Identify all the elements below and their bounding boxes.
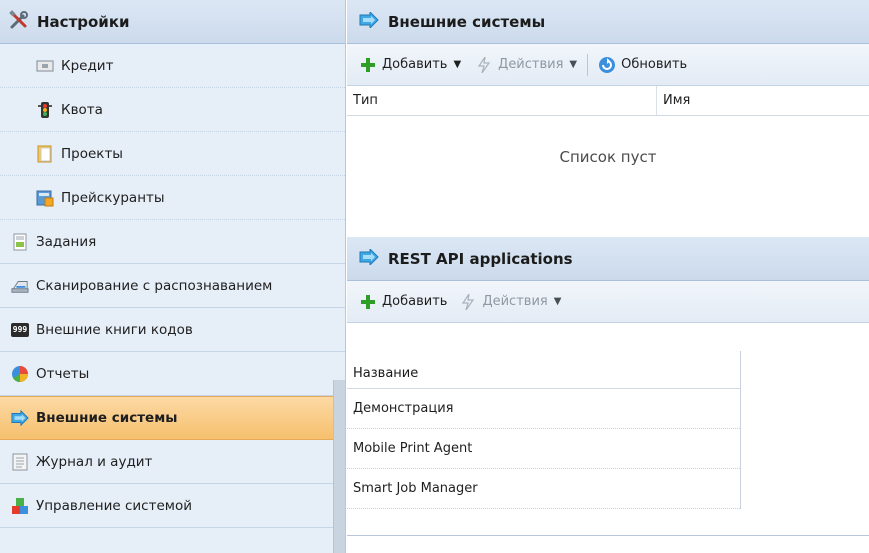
table-row[interactable]: Демонстрация (347, 389, 740, 429)
sidebar-item-tasks[interactable]: Задания (0, 220, 345, 264)
external-systems-icon (11, 409, 29, 427)
actions-button-label: Действия (498, 57, 564, 72)
actions-button-label: Действия (482, 294, 548, 309)
sidebar-item-label: Прейскуранты (61, 189, 165, 206)
column-header-title[interactable]: Название (347, 351, 740, 389)
scanner-icon (11, 277, 29, 295)
sidebar-item-reports[interactable]: Отчеты (0, 352, 345, 396)
external-systems-icon (359, 10, 379, 32)
system-management-icon (11, 497, 29, 515)
column-header-type[interactable]: Тип (347, 86, 657, 115)
table-row[interactable]: Mobile Print Agent (347, 429, 740, 469)
document-icon (11, 233, 29, 251)
sidebar-item-quota[interactable]: Квота (0, 88, 345, 132)
rest-api-table: Название Демонстрация Mobile Print Agent… (347, 351, 741, 509)
rest-api-toolbar: Добавить Действия ▼ (347, 281, 869, 323)
price-list-icon (36, 189, 54, 207)
sidebar-item-price-lists[interactable]: Прейскуранты (0, 176, 345, 220)
empty-list-message: Список пуст (559, 148, 657, 166)
add-button[interactable]: Добавить (359, 293, 447, 311)
plus-icon (359, 293, 377, 311)
sidebar-item-scanning[interactable]: Сканирование с распознаванием (0, 264, 345, 308)
caret-down-icon: ▼ (569, 59, 578, 70)
main-content: Внешние системы Добавить ▼ Действия ▼ Об… (347, 0, 869, 553)
lightning-icon (475, 56, 493, 74)
sidebar-item-journal[interactable]: Журнал и аудит (0, 440, 345, 484)
external-systems-icon (359, 247, 379, 269)
sidebar-item-label: Журнал и аудит (36, 453, 153, 470)
sidebar-item-external-systems[interactable]: Внешние системы (0, 396, 345, 440)
add-button[interactable]: Добавить ▼ (359, 56, 461, 74)
settings-sidebar: Настройки Кредит Квота Проекты Прейскура… (0, 0, 346, 553)
pie-chart-icon (11, 365, 29, 383)
sidebar-item-label: Внешние книги кодов (36, 321, 193, 338)
sidebar-item-label: Квота (61, 101, 103, 118)
traffic-light-icon (36, 101, 54, 119)
refresh-button-label: Обновить (621, 57, 688, 72)
journal-icon (11, 453, 29, 471)
toolbar-separator (587, 53, 589, 76)
table-row[interactable]: Smart Job Manager (347, 469, 740, 509)
sidebar-item-label: Отчеты (36, 365, 90, 382)
section-title: REST API applications (388, 249, 573, 268)
sidebar-item-label: Внешние системы (36, 410, 178, 426)
actions-button[interactable]: Действия ▼ (475, 56, 577, 74)
sidebar-item-label: Проекты (61, 145, 123, 162)
external-systems-toolbar: Добавить ▼ Действия ▼ Обновить (347, 44, 869, 86)
section-title: Внешние системы (388, 12, 546, 31)
column-header-name[interactable]: Имя (657, 86, 690, 115)
lightning-icon (459, 293, 477, 311)
plus-icon (359, 56, 377, 74)
add-button-label: Добавить (382, 57, 448, 72)
sidebar-item-system-management[interactable]: Управление системой (0, 484, 345, 528)
refresh-button[interactable]: Обновить (598, 56, 687, 74)
refresh-icon (598, 56, 616, 74)
sidebar-item-credit[interactable]: Кредит (0, 44, 345, 88)
actions-button[interactable]: Действия ▼ (459, 293, 561, 311)
sidebar-title: Настройки (37, 12, 130, 31)
caret-down-icon: ▼ (453, 59, 462, 70)
rest-api-header: REST API applications (347, 237, 869, 281)
external-systems-header: Внешние системы (347, 0, 869, 44)
caret-down-icon: ▼ (553, 296, 562, 307)
tools-icon (9, 9, 29, 34)
sidebar-scrollbar[interactable] (333, 380, 345, 553)
sidebar-item-label: Управление системой (36, 497, 192, 514)
sidebar-header: Настройки (0, 0, 345, 44)
folder-icon (36, 145, 54, 163)
divider (347, 535, 869, 536)
codebook-icon: 999 (10, 321, 30, 339)
external-systems-grid-header: Тип Имя (347, 86, 869, 116)
sidebar-item-label: Сканирование с распознаванием (36, 277, 273, 294)
sidebar-item-label: Задания (36, 233, 97, 250)
sidebar-item-codebooks[interactable]: 999 Внешние книги кодов (0, 308, 345, 352)
sidebar-item-label: Кредит (61, 57, 114, 74)
add-button-label: Добавить (382, 294, 448, 309)
sidebar-item-projects[interactable]: Проекты (0, 132, 345, 176)
credit-icon (36, 57, 54, 75)
